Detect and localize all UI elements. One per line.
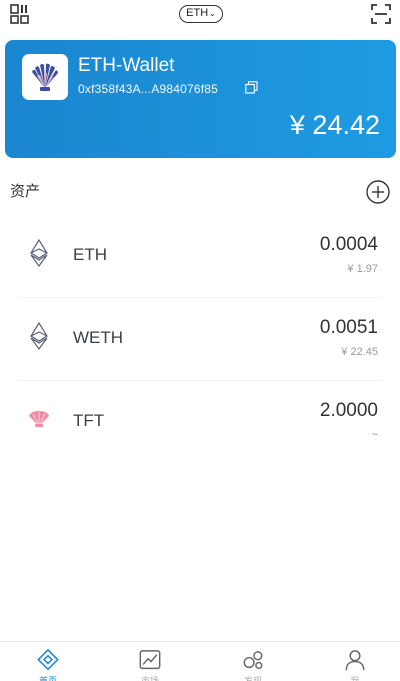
top-bar: ETH⌄ [0, 0, 400, 28]
discover-icon [243, 651, 263, 670]
asset-amount: 2.0000 [319, 400, 378, 421]
asset-symbol: ETH [73, 245, 107, 264]
bottom-tab-bar: 首页 市场 发现 我 [0, 641, 400, 681]
asset-symbol: TFT [73, 411, 105, 430]
wallet-home-icon [37, 648, 59, 671]
tab-home[interactable]: 首页 [33, 648, 63, 681]
ethereum-icon [24, 321, 54, 351]
assets-title: 资产 [10, 183, 41, 200]
qr-code-icon[interactable] [9, 3, 31, 25]
asset-symbol: WETH [73, 328, 124, 347]
asset-amount: 0.0051 [319, 317, 378, 338]
asset-row-tft[interactable]: TFT 2.0000 ~ [18, 382, 382, 464]
tab-me[interactable]: 我 [340, 648, 370, 681]
tab-label: 发现 [244, 674, 262, 681]
copy-icon[interactable] [245, 81, 258, 94]
tft-token-icon [24, 404, 54, 434]
shell-logo-icon [32, 63, 58, 91]
chart-icon [139, 650, 161, 670]
asset-row-weth[interactable]: WETH 0.0051 ¥ 22.45 [18, 299, 382, 381]
wallet-card[interactable]: ETH-Wallet 0xf358f43A...A984076f85 ¥ 24.… [5, 40, 396, 158]
tab-discover[interactable]: 发现 [238, 648, 268, 681]
asset-value: ¥ 1.97 [347, 263, 378, 275]
add-asset-button[interactable] [366, 180, 390, 204]
network-label: ETH [186, 7, 209, 19]
user-icon [345, 650, 365, 671]
tab-label: 首页 [39, 674, 57, 681]
tab-market[interactable]: 市场 [135, 648, 165, 681]
ethereum-icon [24, 238, 54, 268]
tab-label: 市场 [141, 674, 159, 681]
scan-icon[interactable] [369, 2, 393, 26]
network-selector[interactable]: ETH⌄ [179, 5, 223, 23]
chevron-down-icon: ⌄ [209, 9, 216, 18]
asset-value: ¥ 22.45 [341, 346, 378, 358]
asset-amount: 0.0004 [319, 234, 378, 255]
wallet-name: ETH-Wallet [78, 55, 175, 76]
asset-row-eth[interactable]: ETH 0.0004 ¥ 1.97 [18, 216, 382, 298]
tab-label: 我 [350, 674, 359, 681]
asset-value: ~ [371, 429, 378, 441]
wallet-address: 0xf358f43A...A984076f85 [78, 82, 219, 96]
wallet-balance: ¥ 24.42 [289, 110, 380, 140]
wallet-logo [22, 54, 68, 100]
